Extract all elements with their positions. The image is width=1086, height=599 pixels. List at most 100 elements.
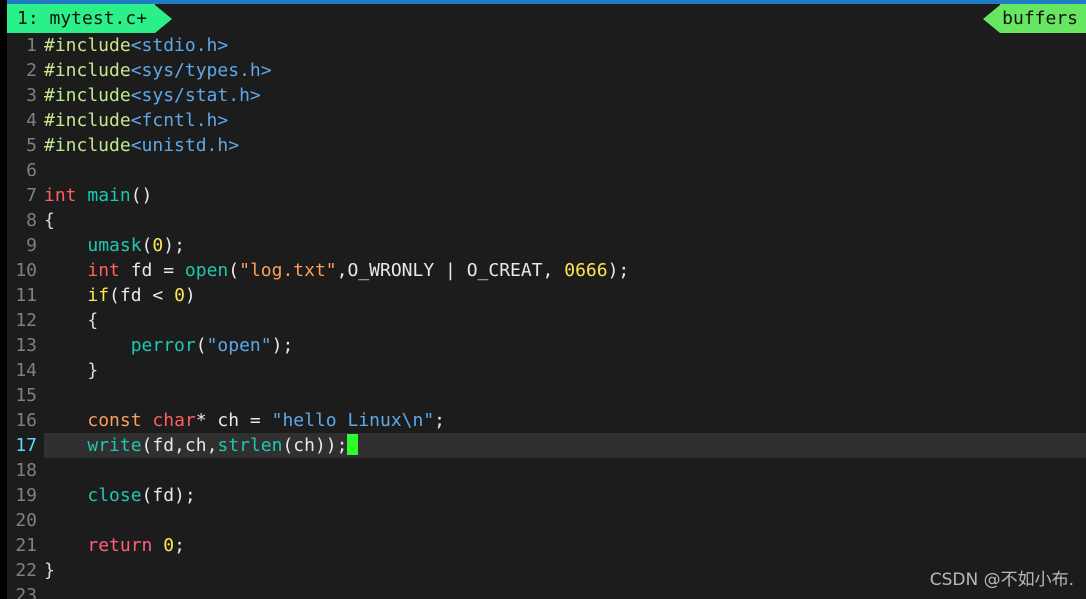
tab-arrow-left-icon [983,4,1001,33]
code-line[interactable]: 17 write(fd,ch,strlen(ch)); [0,433,1086,458]
code-token: #include [44,135,131,156]
code-token: } [87,360,99,381]
code-token: ( [228,260,240,281]
code-token: 0 [163,535,175,556]
code-token: <sys/stat.h> [130,85,261,106]
code-line[interactable]: 20 [0,508,1086,533]
code-line[interactable]: 5 #include<unistd.h> [0,133,1086,158]
code-token: open [184,260,229,281]
code-line-content: #include<stdio.h> [44,33,228,58]
code-line-content: { [44,308,98,333]
tab-arrow-right-icon [155,4,173,33]
tab-label: 1: mytest.c+ [7,4,156,33]
code-token: const [87,410,142,431]
code-line[interactable]: 11 if(fd < 0) [0,283,1086,308]
code-line-content: perror("open"); [44,333,294,358]
code-token: ) [184,285,196,306]
code-token: <sys/types.h> [130,60,272,81]
code-token: ); [271,335,294,356]
code-token: { [44,210,55,231]
code-token: (fd < [109,285,175,306]
code-line-content: #include<sys/stat.h> [44,83,261,108]
code-line-content: #include<unistd.h> [44,133,239,158]
code-editor-area[interactable]: 1 #include<stdio.h> 2 #include<sys/types.h>… [0,33,1086,599]
code-line[interactable]: 7 int main() [0,183,1086,208]
code-token: if [87,285,110,306]
code-token: <stdio.h> [130,35,229,56]
code-line[interactable]: 14 } [0,358,1086,383]
code-line[interactable]: 18 [0,458,1086,483]
code-token: perror [130,335,196,356]
code-token: #include [44,60,131,81]
watermark: CSDN @不如小布. [929,570,1074,590]
code-token: umask [87,235,142,256]
code-line[interactable]: 15 [0,383,1086,408]
code-line[interactable]: 21 return 0; [0,533,1086,558]
code-token: * ch = [195,410,272,431]
code-line[interactable]: 9 umask(0); [0,233,1086,258]
code-line-content: } [44,358,98,383]
code-line-content: int main() [44,183,152,208]
code-token: main [87,185,131,206]
code-token: <fcntl.h> [130,110,229,131]
code-token: () [130,185,153,206]
code-token: (fd,ch, [141,435,218,456]
code-line[interactable]: 6 [0,158,1086,183]
code-line[interactable]: 16 const char* ch = "hello Linux\n"; [0,408,1086,433]
code-line-content: #include<fcntl.h> [44,108,228,133]
code-line-content: } [44,558,55,583]
code-line[interactable]: 22} [0,558,1086,583]
code-line[interactable]: 12 { [0,308,1086,333]
code-token: ); [163,235,185,256]
code-line-content: #include<sys/types.h> [44,58,272,83]
code-token: 0 [152,235,164,256]
code-token: 0 [174,285,185,306]
code-token: write [87,435,142,456]
buffers-label: buffers [1000,4,1086,33]
code-token: ); [607,260,630,281]
code-line-content: write(fd,ch,strlen(ch)); [44,433,359,458]
code-line[interactable]: 3 #include<sys/stat.h> [0,83,1086,108]
code-line-content: int fd = open("log.txt",O_WRONLY | O_CRE… [44,258,629,283]
code-token: ,O_WRONLY | O_CREAT, [336,260,565,281]
code-line[interactable]: 1 #include<stdio.h> [0,33,1086,58]
code-token: ( [141,235,153,256]
code-token: return [87,535,153,556]
code-token: #include [44,35,131,56]
code-line-content: { [44,208,55,233]
code-line[interactable]: 8{ [0,208,1086,233]
code-token: close [87,485,142,506]
editor-window: 1: mytest.c+ buffers 1 #include<stdio.h> 2… [0,0,1086,599]
code-token: int [44,185,77,206]
code-line-content: const char* ch = "hello Linux\n"; [44,408,445,433]
code-token: <unistd.h> [130,135,240,156]
code-line[interactable]: 2 #include<sys/types.h> [0,58,1086,83]
code-line[interactable]: 13 perror("open"); [0,333,1086,358]
tab-buffers[interactable]: buffers [983,4,1086,33]
code-token: "open" [206,335,272,356]
text-cursor [347,434,359,455]
tab-mytest-c[interactable]: 1: mytest.c+ [7,4,173,33]
code-token: char [152,410,196,431]
code-token: (ch)); [282,435,348,456]
code-token: ; [434,410,446,431]
code-line[interactable]: 10 int fd = open("log.txt",O_WRONLY | O_… [0,258,1086,283]
code-line[interactable]: 19 close(fd); [0,483,1086,508]
code-token: "hello Linux\n" [271,410,435,431]
code-line[interactable]: 23 [0,583,1086,599]
code-token: #include [44,110,131,131]
code-line[interactable]: 4 #include<fcntl.h> [0,108,1086,133]
code-token: int [87,260,120,281]
code-line-content: close(fd); [44,483,195,508]
